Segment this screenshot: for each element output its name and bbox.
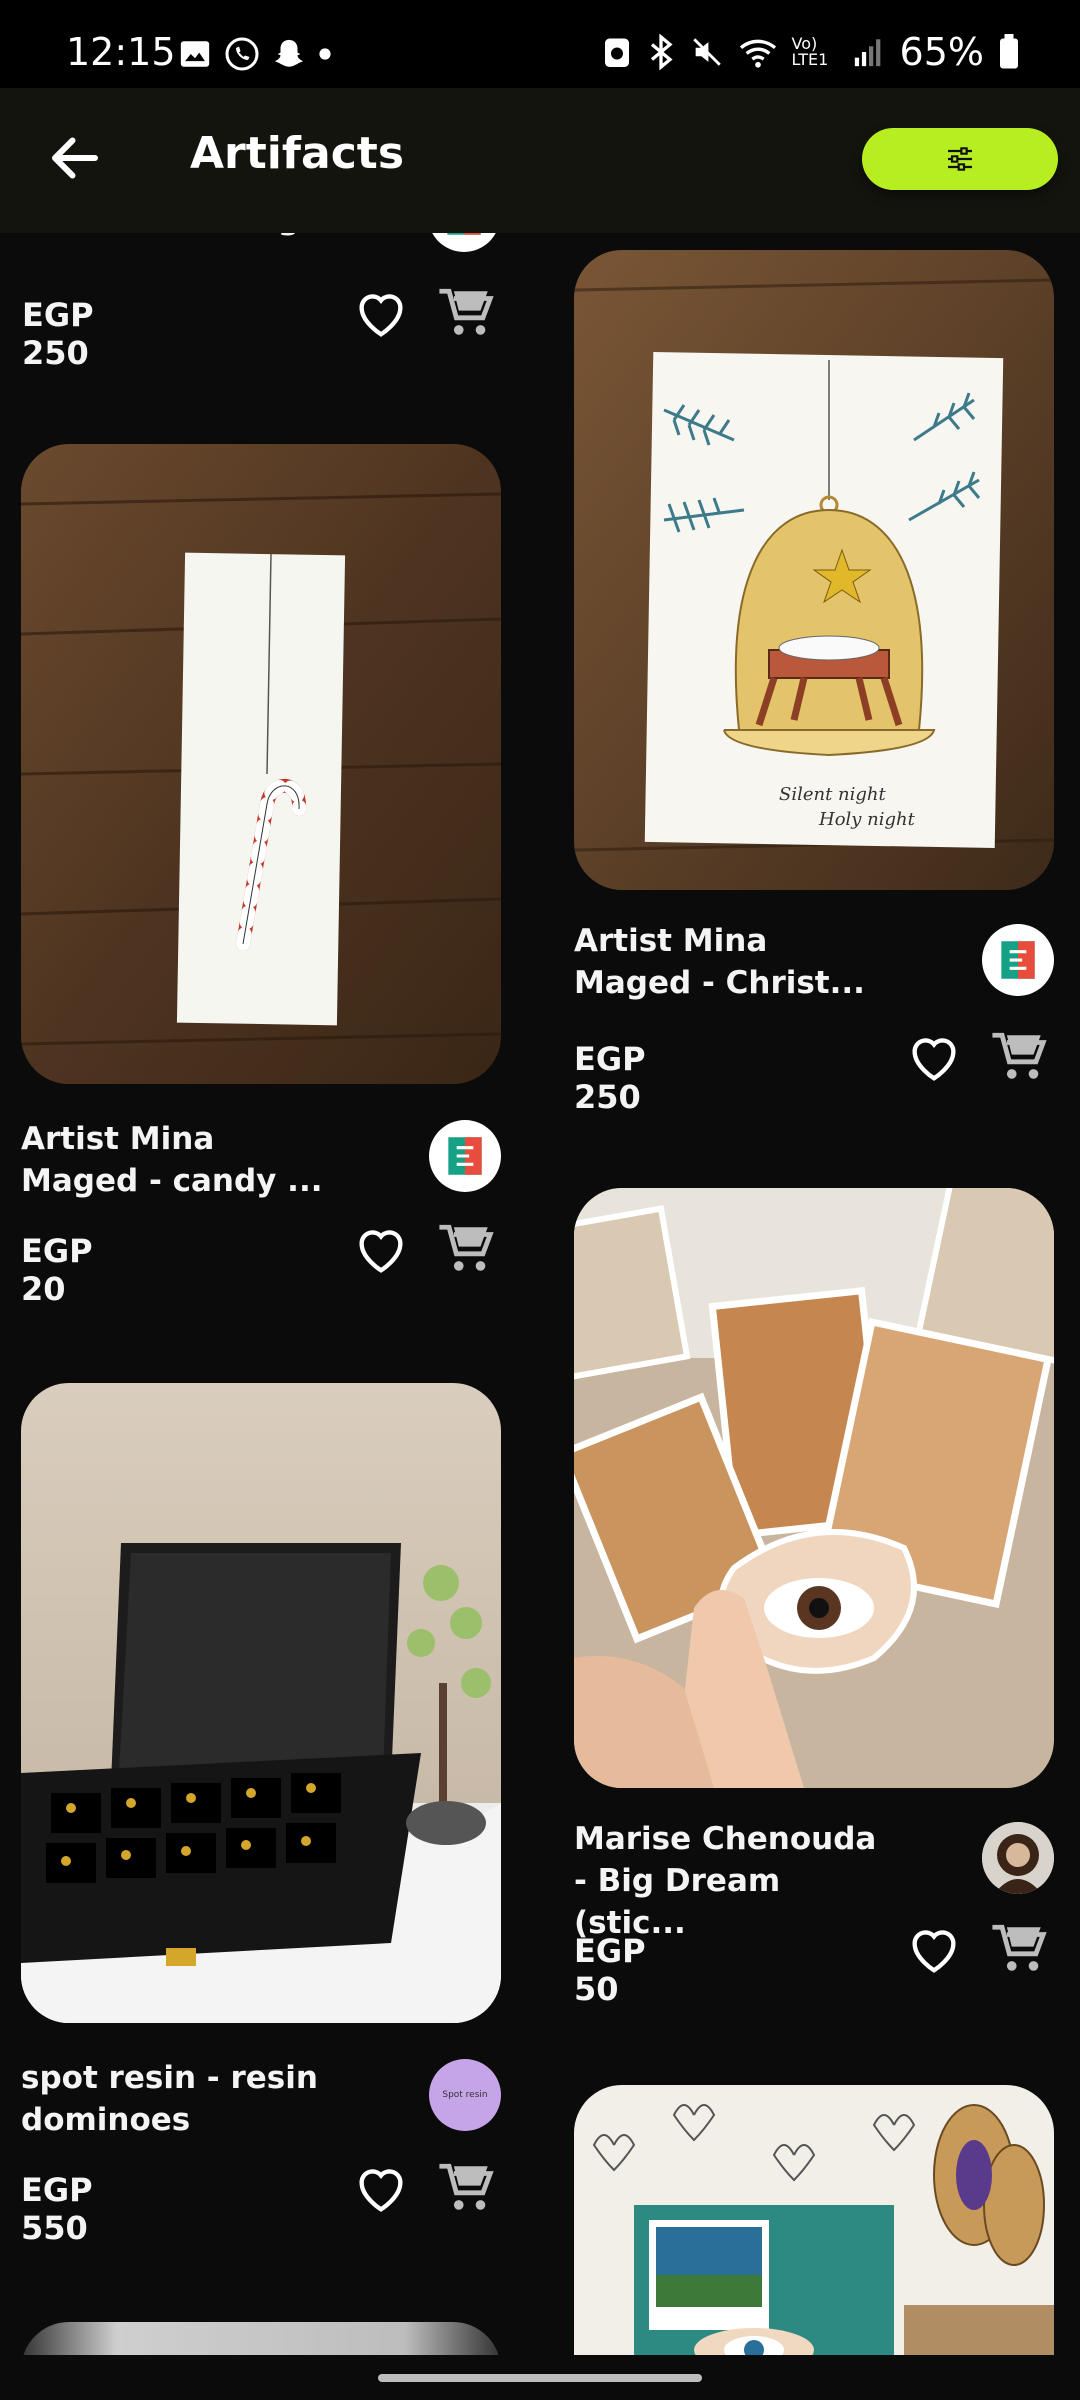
artist-logo-icon xyxy=(1001,941,1035,979)
back-arrow-icon[interactable] xyxy=(45,128,105,188)
avatar-logo-text: Spot resin xyxy=(442,2090,488,2100)
artist-avatar-marise[interactable] xyxy=(982,1822,1054,1894)
page-title: Artifacts xyxy=(190,128,405,179)
product-price: EGP 50 xyxy=(574,1932,646,2008)
product-name: Artist Mina Maged - Christ... xyxy=(574,923,865,1001)
network-label: Vo) LTE1 xyxy=(791,34,829,69)
artist-avatar[interactable] xyxy=(429,1120,501,1192)
bluetooth-icon xyxy=(650,34,673,70)
notification-icons xyxy=(178,36,332,72)
product-image-journal[interactable] xyxy=(574,2085,1054,2360)
status-bar: 12:15 Vo) LTE1 65% xyxy=(0,0,1080,88)
card-handwriting: Silent night xyxy=(779,784,887,805)
battery-percent: 65% xyxy=(899,30,984,74)
heart-icon[interactable] xyxy=(352,1222,410,1280)
snapchat-icon xyxy=(274,39,304,67)
mute-icon xyxy=(692,38,721,66)
product-price: EGP 550 xyxy=(21,2171,93,2247)
filter-button[interactable] xyxy=(862,128,1058,190)
status-time: 12:15 xyxy=(66,30,176,74)
product-name: Artist Mina Maged - candy ... xyxy=(21,1121,323,1199)
battery-saver-icon xyxy=(604,38,629,67)
heart-icon[interactable] xyxy=(352,286,410,344)
product-name: Marise Chenouda - Big Dream (stic... xyxy=(574,1821,877,1941)
gallery-icon xyxy=(180,41,210,67)
artist-logo-icon xyxy=(448,1137,482,1175)
portrait-icon xyxy=(982,1822,1054,1894)
cart-icon[interactable] xyxy=(437,284,495,342)
product-price: EGP 250 xyxy=(574,1040,646,1116)
home-indicator[interactable] xyxy=(378,2374,702,2382)
battery-icon xyxy=(1000,34,1018,69)
product-price: EGP 20 xyxy=(21,1232,93,1308)
heart-icon[interactable] xyxy=(905,1030,963,1088)
product-image-christmas-card[interactable]: Silent night Holy night xyxy=(574,250,1054,890)
product-price: EGP 250 xyxy=(22,296,94,372)
signal-icon xyxy=(854,39,880,67)
cart-icon[interactable] xyxy=(437,2159,495,2217)
product-image-candy-cane[interactable] xyxy=(21,444,501,1084)
product-name: spot resin - resin dominoes xyxy=(21,2060,318,2138)
heart-icon[interactable] xyxy=(905,1922,963,1980)
system-icons: Vo) LTE1 65% xyxy=(602,30,1020,74)
wifi-icon xyxy=(739,39,776,68)
artist-avatar[interactable] xyxy=(982,924,1054,996)
filter-sliders-icon xyxy=(948,147,972,171)
heart-icon[interactable] xyxy=(352,2161,410,2219)
card-handwriting: Holy night xyxy=(818,809,916,830)
cart-icon[interactable] xyxy=(437,1220,495,1278)
dot-icon xyxy=(319,48,331,60)
cart-icon[interactable] xyxy=(990,1028,1048,1086)
app-bar: Artifacts xyxy=(0,88,1080,233)
cart-icon[interactable] xyxy=(990,1920,1048,1978)
product-image-resin-dominoes[interactable] xyxy=(21,1383,501,2023)
artist-avatar-spot-resin[interactable]: Spot resin xyxy=(429,2059,501,2131)
whatsapp-icon xyxy=(225,37,259,71)
product-image-stickers[interactable] xyxy=(574,1188,1054,1788)
